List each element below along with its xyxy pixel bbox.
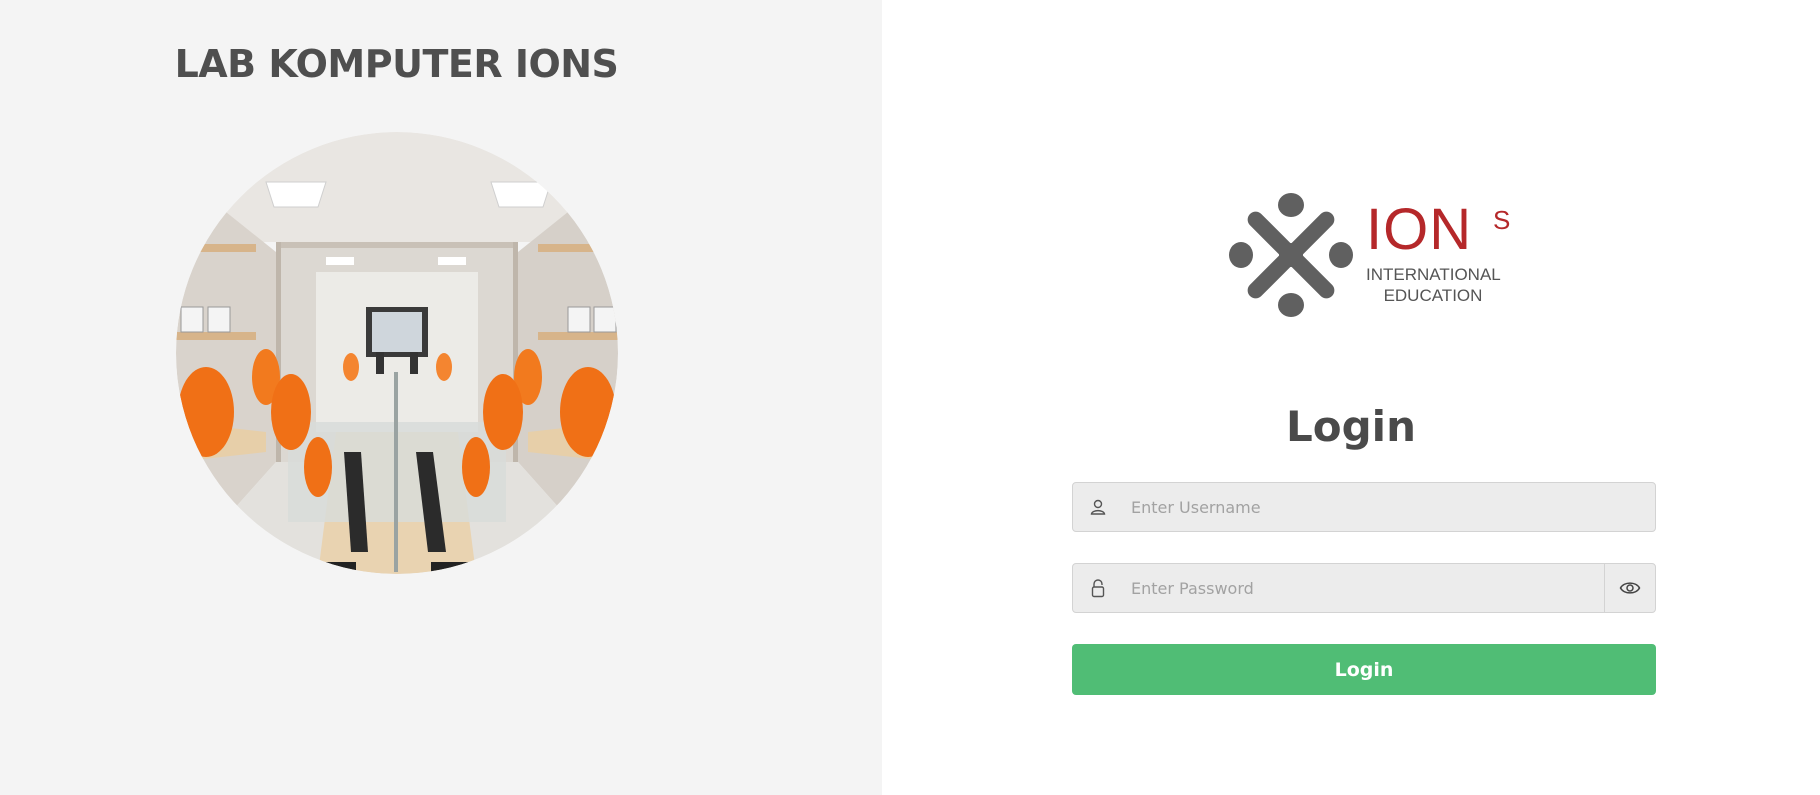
toggle-password-visibility-button[interactable]	[1604, 564, 1655, 612]
logo-tagline-line2: EDUCATION	[1383, 286, 1483, 305]
password-input[interactable]	[1123, 565, 1604, 611]
ions-logo-mark-icon	[1229, 193, 1353, 317]
right-panel: ION S INTERNATIONAL EDUCATION Login Ente…	[882, 0, 1820, 795]
logo-tagline: INTERNATIONAL EDUCATION	[1366, 264, 1501, 306]
password-field-group	[1072, 563, 1656, 613]
computer-lab-photo	[176, 132, 618, 574]
username-input[interactable]	[1123, 484, 1655, 530]
user-icon	[1073, 483, 1123, 531]
login-button[interactable]: Login	[1072, 644, 1656, 695]
username-field-group	[1072, 482, 1656, 532]
eye-icon	[1619, 582, 1641, 594]
left-panel: LAB KOMPUTER IONS	[0, 0, 882, 795]
lab-title: LAB KOMPUTER IONS	[174, 42, 619, 86]
login-page: LAB KOMPUTER IONS ION S INTERNATIONAL ED…	[0, 0, 1820, 795]
logo-superscript: S	[1493, 205, 1511, 235]
login-heading: Login	[1286, 402, 1416, 451]
logo-brand-text: ION	[1366, 197, 1473, 262]
logo-tagline-line1: INTERNATIONAL	[1366, 265, 1501, 284]
ions-logo: ION S INTERNATIONAL EDUCATION	[1229, 193, 1514, 318]
lock-icon	[1073, 564, 1123, 612]
